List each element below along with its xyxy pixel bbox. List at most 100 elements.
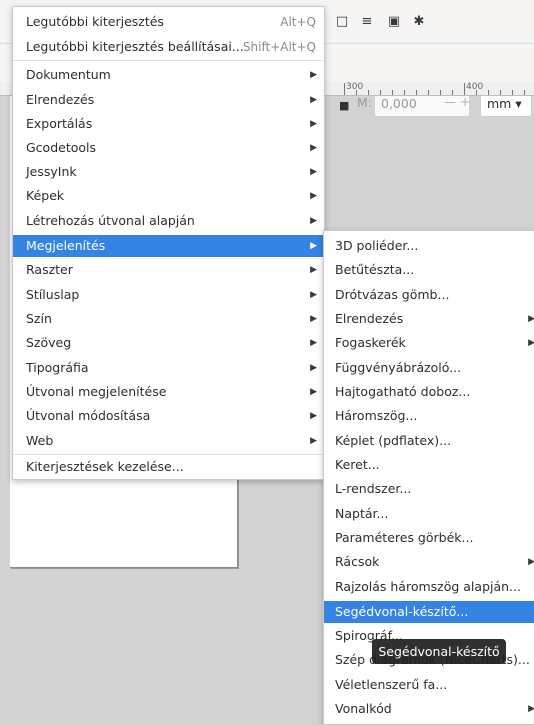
ruler-label: 400 (466, 82, 484, 92)
lock-icon[interactable]: ■ (339, 99, 349, 112)
menu-item-stiluslap[interactable]: Stíluslap ▶ (13, 284, 324, 306)
menu-item-recent-extension-settings[interactable]: Legutóbbi kiterjesztés beállításai... Sh… (13, 36, 324, 58)
submenu-item-keplet-pdflatex[interactable]: Képlet (pdflatex)... (324, 430, 534, 452)
menu-item-label: Elrendezés (26, 92, 95, 107)
ruler-tick (512, 90, 513, 95)
tools-icon[interactable]: ✱ (411, 14, 427, 30)
menu-separator (13, 60, 324, 61)
menu-item-label: Raszter (26, 262, 73, 277)
submenu-arrow-icon: ▶ (310, 387, 317, 397)
menu-item-jessyink[interactable]: JessyInk ▶ (13, 161, 324, 183)
menu-item-label: Útvonal megjelenítése (26, 384, 167, 399)
menu-item-label: Legutóbbi kiterjesztés (26, 14, 164, 29)
menu-item-label: Tipográfia (26, 360, 89, 375)
ruler-tick (428, 90, 429, 95)
menu-item-label: Függvényábrázoló... (335, 360, 462, 375)
menu-item-label: Szöveg (26, 335, 72, 350)
submenu-item-drotvazas-gomb[interactable]: Drótvázas gömb... (324, 284, 534, 306)
menu-item-szoveg[interactable]: Szöveg ▶ (13, 332, 324, 354)
ruler-tick (464, 83, 465, 95)
menu-item-gcodetools[interactable]: Gcodetools ▶ (13, 137, 324, 159)
menu-item-elrendezes[interactable]: Elrendezés ▶ (13, 89, 324, 111)
menu-item-recent-extension[interactable]: Legutóbbi kiterjesztés Alt+Q (13, 11, 324, 33)
menu-item-label: Képlet (pdflatex)... (335, 433, 452, 448)
submenu-arrow-icon: ▶ (310, 338, 317, 348)
submenu-item-fogaskerek[interactable]: Fogaskerék ▶ (324, 332, 534, 354)
ruler-tick (392, 90, 393, 95)
snap-icon[interactable]: ▣ (386, 14, 402, 30)
submenu-arrow-icon: ▶ (310, 70, 317, 80)
submenu-arrow-icon: ▶ (310, 265, 317, 275)
menu-item-label: Naptár... (335, 506, 389, 521)
menu-item-label: Véletlenszerű fa... (335, 677, 448, 692)
ruler-label: 300 (346, 82, 364, 92)
submenu-item-naptar[interactable]: Naptár... (324, 503, 534, 525)
menu-item-label: Hajtogatható doboz... (335, 384, 471, 399)
ruler-tick (404, 90, 405, 95)
menu-item-label: Szín (26, 311, 52, 326)
menu-item-label: Drótvázas gömb... (335, 287, 450, 302)
submenu-item-racsok[interactable]: Rácsok ▶ (324, 551, 534, 573)
submenu-arrow-icon: ▶ (528, 314, 534, 324)
ruler-tick (488, 90, 489, 95)
submenu-arrow-icon: ▶ (310, 290, 317, 300)
menu-item-label: Útvonal módosítása (26, 408, 151, 423)
menu-item-label: Gcodetools (26, 140, 97, 155)
menu-item-tipografia[interactable]: Tipográfia ▶ (13, 357, 324, 379)
submenu-arrow-icon: ▶ (310, 191, 317, 201)
menu-item-web[interactable]: Web ▶ (13, 430, 324, 452)
submenu-item-hajtogathato-doboz[interactable]: Hajtogatható doboz... (324, 381, 534, 403)
menu-item-kepek[interactable]: Képek ▶ (13, 185, 324, 207)
menu-item-megjelenites[interactable]: Megjelenítés ▶ (13, 235, 324, 257)
menu-item-label: Exportálás (26, 116, 93, 131)
menu-item-label: Web (26, 433, 54, 448)
ruler-tick (440, 90, 441, 95)
menu-item-utvonal-modositasa[interactable]: Útvonal módosítása ▶ (13, 405, 324, 427)
menu-item-label: Megjelenítés (26, 238, 106, 253)
submenu-item-haromszog[interactable]: Háromszög... (324, 405, 534, 427)
m-label: M: (357, 95, 372, 110)
menu-item-label: Rajzolás háromszög alapján... (335, 579, 521, 594)
submenu-arrow-icon: ▶ (310, 119, 317, 129)
submenu-arrow-icon: ▶ (310, 436, 317, 446)
submenu-item-betuteszta[interactable]: Betűtészta... (324, 259, 534, 281)
menu-item-exportalas[interactable]: Exportálás ▶ (13, 113, 324, 135)
m-decrement-icon[interactable]: — (444, 95, 456, 109)
menu-item-label: Segédvonal-készítő... (335, 604, 469, 619)
menu-item-label: Legutóbbi kiterjesztés beállításai... (26, 39, 244, 54)
submenu-arrow-icon: ▶ (528, 557, 534, 567)
menu-item-label: Vonalkód (335, 701, 392, 716)
page-icon[interactable]: □ (334, 14, 350, 30)
menu-separator (13, 454, 324, 455)
menu-item-dokumentum[interactable]: Dokumentum ▶ (13, 64, 324, 86)
submenu-item-elrendezes[interactable]: Elrendezés ▶ (324, 308, 534, 330)
menu-item-letrehozas-utvonal-alapjan[interactable]: Létrehozás útvonal alapján ▶ (13, 210, 324, 232)
menu-item-label: Stíluslap (26, 287, 80, 302)
menu-item-szin[interactable]: Szín ▶ (13, 308, 324, 330)
submenu-item-3d-polieder[interactable]: 3D poliéder... (324, 235, 534, 257)
menu-item-label: Rácsok (335, 554, 380, 569)
submenu-arrow-icon: ▶ (310, 314, 317, 324)
ruler-tick (416, 90, 417, 95)
menu-item-label: L-rendszer... (335, 481, 412, 496)
menu-item-utvonal-megjelenitese[interactable]: Útvonal megjelenítése ▶ (13, 381, 324, 403)
submenu-item-parameteres-gorbek[interactable]: Paraméteres görbék... (324, 527, 534, 549)
align-icon[interactable]: ≡ (359, 14, 375, 30)
submenu-item-rajzolas-haromszog-alapjan[interactable]: Rajzolás háromszög alapján... (324, 576, 534, 598)
extensions-menu: Legutóbbi kiterjesztés Alt+Q Legutóbbi k… (12, 6, 325, 480)
submenu-item-keret[interactable]: Keret... (324, 454, 534, 476)
menu-item-label: Betűtészta... (335, 262, 415, 277)
menu-item-manage-extensions[interactable]: Kiterjesztések kezelése... (13, 456, 324, 478)
menu-item-label: Elrendezés (335, 311, 404, 326)
submenu-arrow-icon: ▶ (310, 95, 317, 105)
submenu-item-fuggvenyabrazolo[interactable]: Függvényábrázoló... (324, 357, 534, 379)
menu-item-label: Képek (26, 188, 65, 203)
submenu-arrow-icon: ▶ (310, 143, 317, 153)
submenu-arrow-icon: ▶ (310, 411, 317, 421)
submenu-item-veletlenszeru-fa[interactable]: Véletlenszerű fa... (324, 674, 534, 696)
submenu-item-vonalkod[interactable]: Vonalkód ▶ (324, 698, 534, 720)
submenu-item-segedvonal-keszito[interactable]: Segédvonal-készítő... (324, 601, 534, 623)
submenu-item-l-rendszer[interactable]: L-rendszer... (324, 478, 534, 500)
m-increment-icon[interactable]: + (460, 95, 470, 109)
menu-item-raszter[interactable]: Raszter ▶ (13, 259, 324, 281)
